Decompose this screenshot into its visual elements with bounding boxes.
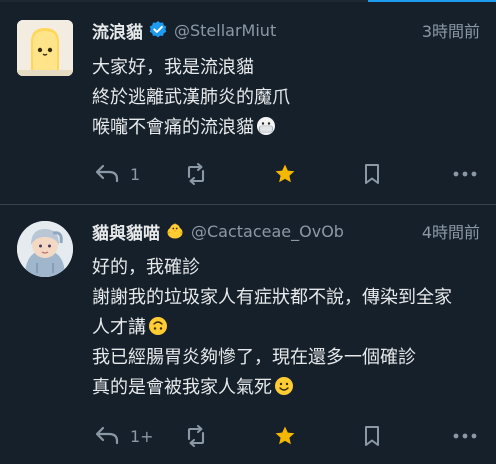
display-name[interactable]: 貓與貓喵	[92, 219, 160, 244]
more-icon	[453, 171, 477, 177]
tweet-text: 大家好，我是流浪貓 終於逃離武漢肺炎的魔爪 喉嚨不會痛的流浪貓	[92, 53, 480, 143]
tweet-text-line-text: 人才講	[92, 317, 146, 338]
tweet-text-line: 大家好，我是流浪貓	[92, 53, 480, 83]
tweet-text-line: 人才講	[92, 313, 480, 343]
tweet-text-line: 喉嚨不會痛的流浪貓	[92, 113, 480, 143]
user-handle[interactable]: @StellarMiut	[174, 21, 276, 40]
bookmark-button[interactable]	[362, 160, 382, 188]
smiling-face-emoji	[274, 376, 294, 396]
tweet-text-line: 我已經腸胃炎夠慘了，現在還多一個確診	[92, 343, 480, 373]
tweet-text-line-text: 喉嚨不會痛的流浪貓	[92, 117, 254, 138]
tweet[interactable]: 流浪貓 @StellarMiut 3時間前 大家好，我是流浪貓 終於逃離武漢肺炎…	[0, 0, 496, 204]
timestamp[interactable]: 4時間前	[422, 219, 480, 243]
bookmark-icon	[365, 426, 379, 446]
bookmark-button[interactable]	[362, 422, 382, 450]
like-star-button[interactable]	[273, 160, 297, 188]
avatar-anime-image	[17, 221, 73, 277]
tweet-text-line: 好的，我確診	[92, 253, 480, 283]
tweet-text-line-text: 大家好，我是流浪貓	[92, 57, 254, 78]
retweet-button[interactable]	[184, 422, 208, 450]
tweet-text: 好的，我確診 謝謝我的垃圾家人有症狀都不說，傳染到全家 人才講 我已經腸胃炎夠慘…	[92, 253, 480, 403]
more-options-button[interactable]	[451, 160, 479, 188]
tweet-text-line-text: 好的，我確診	[92, 257, 200, 278]
tweet-actions: 1+	[92, 422, 480, 450]
tweet-text-line: 謝謝我的垃圾家人有症狀都不說，傳染到全家	[92, 283, 480, 313]
tweet-text-line-text: 謝謝我的垃圾家人有症狀都不說，傳染到全家	[92, 287, 452, 308]
avatar[interactable]	[17, 20, 73, 76]
retweet-icon	[187, 424, 205, 448]
reply-button[interactable]: 1+	[94, 422, 154, 450]
mask-face-emoji	[256, 116, 276, 136]
more-icon	[453, 433, 477, 439]
display-name[interactable]: 流浪貓	[92, 18, 143, 43]
reply-icon	[95, 426, 119, 445]
tweet-header: 流浪貓 @StellarMiut 3時間前	[92, 18, 480, 43]
tweet-actions: 1	[92, 160, 480, 188]
tweet-text-line: 終於逃離武漢肺炎的魔爪	[92, 83, 480, 113]
reply-count: 1	[130, 164, 141, 184]
retweet-button[interactable]	[184, 160, 208, 188]
reply-icon	[95, 164, 119, 183]
tweet-text-line-text: 真的是會被我家人氣死	[92, 377, 272, 398]
upside-down-face-emoji	[148, 316, 168, 336]
avatar-lamp-image	[17, 20, 73, 76]
tweet-header: 貓與貓喵 @Cactaceae_OvOb 4時間前	[92, 219, 480, 244]
tweet[interactable]: 貓與貓喵 @Cactaceae_OvOb 4時間前 好的，我確診 謝謝我的垃圾家…	[0, 205, 496, 464]
tweet-text-line-text: 終於逃離武漢肺炎的魔爪	[92, 87, 290, 108]
tweet-text-line: 真的是會被我家人氣死	[92, 373, 480, 403]
verified-badge-icon	[148, 20, 168, 40]
star-icon	[275, 426, 295, 445]
retweet-icon	[187, 162, 205, 186]
like-star-button[interactable]	[273, 422, 297, 450]
reply-button[interactable]: 1	[94, 160, 140, 188]
star-icon	[275, 164, 295, 183]
chick-emoji	[165, 221, 185, 241]
avatar[interactable]	[17, 221, 73, 277]
user-handle[interactable]: @Cactaceae_OvOb	[191, 222, 344, 241]
more-options-button[interactable]	[451, 422, 479, 450]
reply-count: 1+	[130, 426, 154, 446]
tweet-text-line-text: 我已經腸胃炎夠慘了，現在還多一個確診	[92, 347, 416, 368]
timestamp[interactable]: 3時間前	[422, 18, 480, 42]
bookmark-icon	[365, 164, 379, 184]
